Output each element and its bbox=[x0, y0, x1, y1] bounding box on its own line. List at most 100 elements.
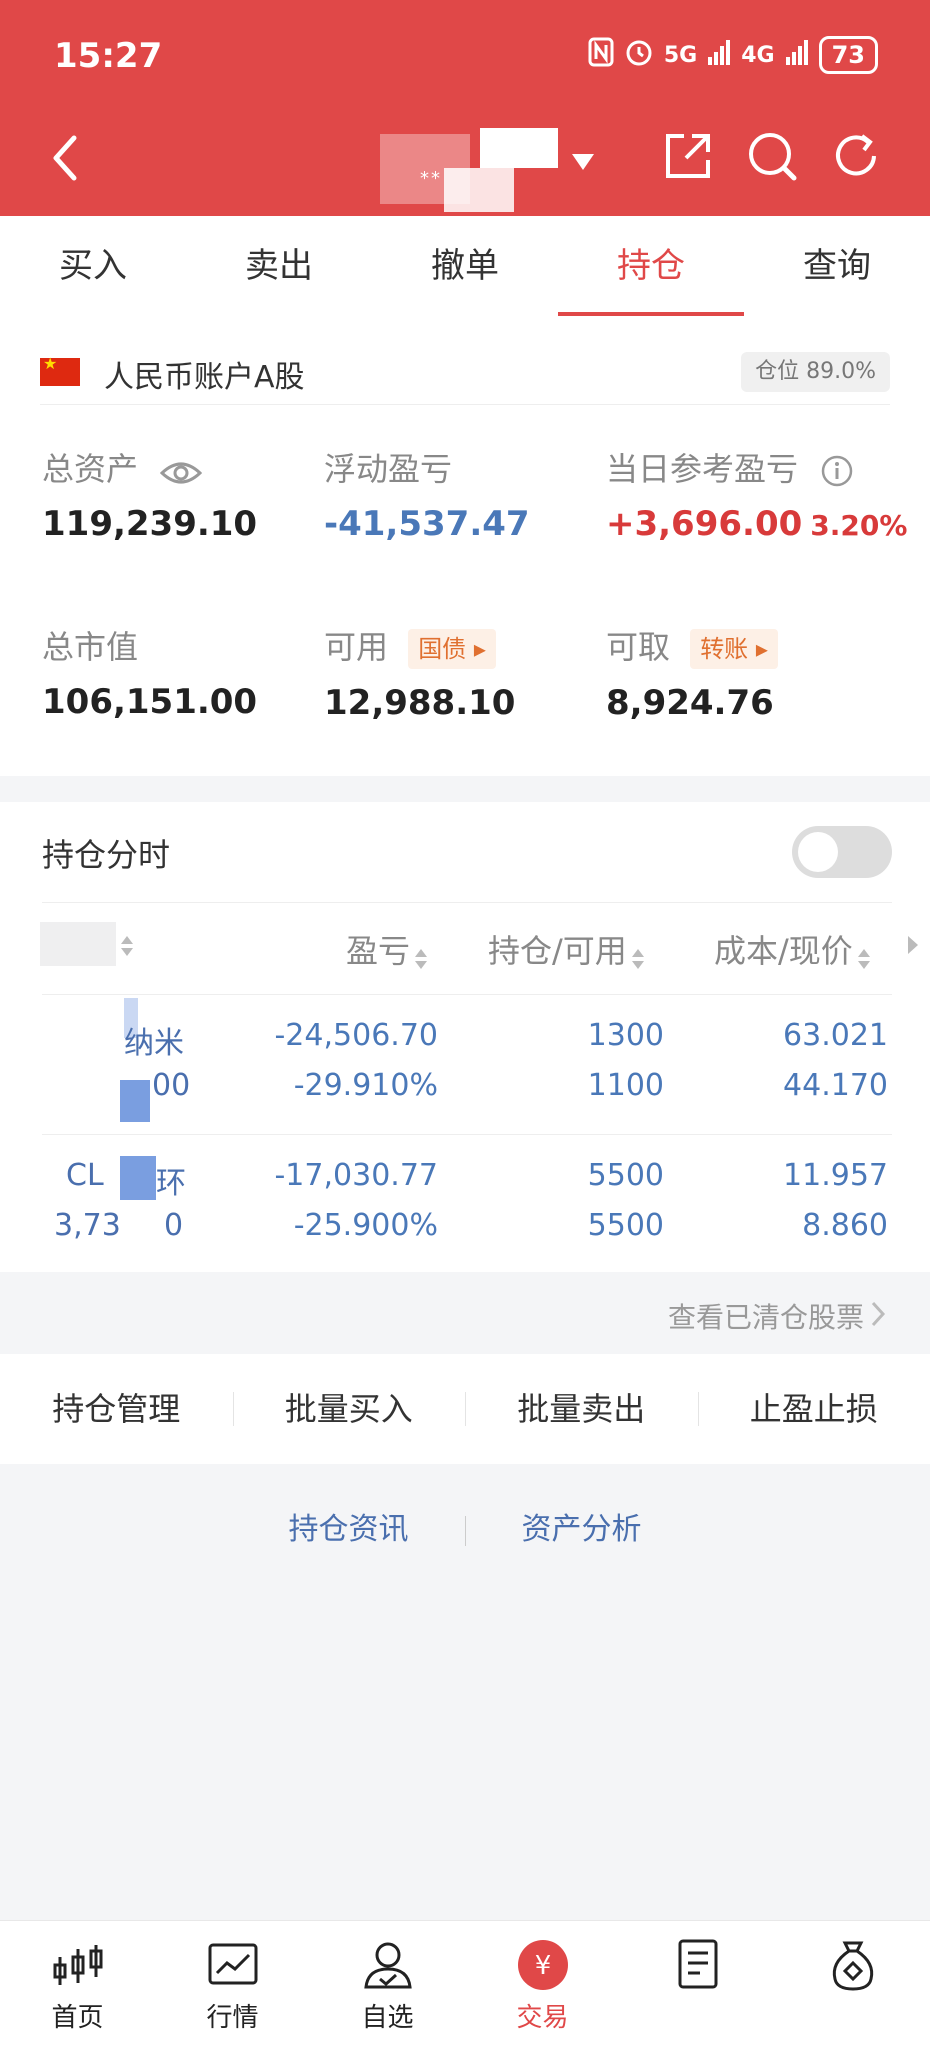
candlestick-icon bbox=[50, 1937, 106, 1993]
nav-home[interactable]: 首页 bbox=[0, 1921, 155, 2049]
account-name[interactable]: ** bbox=[420, 168, 442, 189]
bottom-links: 持仓资讯 资产分析 bbox=[0, 1504, 930, 1564]
row-pl-percent: -25.900% bbox=[294, 1208, 438, 1243]
scroll-right-icon[interactable] bbox=[906, 934, 920, 956]
nav-wealth[interactable] bbox=[775, 1921, 930, 2049]
refresh-icon[interactable] bbox=[828, 128, 884, 184]
account-name-mask bbox=[480, 128, 558, 168]
nav-trade[interactable]: ¥ 交易 bbox=[465, 1921, 620, 2049]
nav-label: 交易 bbox=[465, 1997, 620, 2034]
holdings-news-link[interactable]: 持仓资讯 bbox=[289, 1512, 409, 1547]
user-check-icon bbox=[360, 1937, 416, 1993]
total-assets-label: 总资产 bbox=[42, 450, 138, 488]
stock-name: 环 bbox=[156, 1158, 186, 1202]
batch-sell-button[interactable]: 批量卖出 bbox=[465, 1354, 698, 1464]
treasury-bond-button[interactable]: 国债 ▸ bbox=[408, 629, 496, 669]
batch-buy-button[interactable]: 批量买入 bbox=[233, 1354, 466, 1464]
tab-holdings[interactable]: 持仓 bbox=[558, 216, 744, 316]
total-assets-value: 119,239.10 bbox=[42, 504, 257, 544]
document-icon bbox=[670, 1937, 726, 1993]
row-price: 8.860 bbox=[802, 1208, 888, 1243]
row-pl: -24,506.70 bbox=[274, 1018, 438, 1053]
toggle-knob bbox=[798, 832, 838, 872]
holdings-intraday-title: 持仓分时 bbox=[42, 830, 170, 876]
top-header: 15:27 5G 4G 73 ** bbox=[0, 0, 930, 216]
holdings-actions: 持仓管理 批量买入 批量卖出 止盈止损 bbox=[0, 1354, 930, 1464]
column-header-pl[interactable]: 盈亏 bbox=[346, 926, 428, 972]
nav-label: 首页 bbox=[0, 1997, 155, 2034]
nav-news[interactable] bbox=[620, 1921, 775, 2049]
tab-query[interactable]: 查询 bbox=[744, 216, 930, 316]
holdings-intraday-toggle[interactable] bbox=[792, 826, 892, 878]
holdings-section: 持仓分时 盈亏 持仓/可用 成本/现价 纳米 00 -24,506.70 -29… bbox=[0, 802, 930, 1272]
name-column-header-mask bbox=[40, 922, 116, 966]
sort-icon[interactable] bbox=[120, 934, 134, 958]
tab-cancel-order[interactable]: 撤单 bbox=[372, 216, 558, 316]
column-header-cost-price[interactable]: 成本/现价 bbox=[714, 926, 871, 972]
eye-icon[interactable] bbox=[160, 457, 202, 485]
nav-label: 行情 bbox=[155, 1997, 310, 2034]
stock-code: 00 bbox=[152, 1068, 190, 1103]
row-cost: 11.957 bbox=[783, 1158, 888, 1193]
market-value: 总市值 106,151.00 bbox=[42, 622, 257, 722]
floating-pl-value: -41,537.47 bbox=[324, 504, 530, 544]
row-hold: 5500 bbox=[588, 1158, 664, 1193]
svg-text:¥: ¥ bbox=[534, 1951, 551, 1981]
share-icon[interactable] bbox=[660, 128, 716, 184]
account-row[interactable]: 人民币账户A股 仓位 89.0% bbox=[40, 344, 890, 405]
daily-pl-percent: 3.20% bbox=[810, 509, 907, 542]
divider bbox=[42, 1134, 892, 1135]
daily-pl-label: 当日参考盈亏 bbox=[606, 450, 798, 488]
take-profit-stop-loss-button[interactable]: 止盈止损 bbox=[698, 1354, 930, 1464]
transfer-button[interactable]: 转账 ▸ bbox=[690, 629, 778, 669]
column-header-hold-available[interactable]: 持仓/可用 bbox=[488, 926, 645, 972]
back-icon[interactable] bbox=[44, 128, 94, 188]
signal-4g-label: 4G bbox=[741, 43, 774, 68]
search-icon[interactable] bbox=[744, 128, 800, 184]
nav-market[interactable]: 行情 bbox=[155, 1921, 310, 2049]
account-label: 人民币账户A股 bbox=[104, 352, 305, 396]
available-value: 12,988.10 bbox=[324, 683, 515, 723]
tab-sell[interactable]: 卖出 bbox=[186, 216, 372, 316]
stock-name-prefix: CL bbox=[66, 1158, 104, 1193]
signal-bars-icon bbox=[785, 39, 809, 71]
account-name-mask bbox=[444, 168, 514, 212]
nav-label: 自选 bbox=[310, 1997, 465, 2034]
available-funds: 可用 国债 ▸ 12,988.10 bbox=[324, 622, 515, 723]
withdrawable-value: 8,924.76 bbox=[606, 683, 778, 723]
account-summary: 人民币账户A股 仓位 89.0% 总资产 119,239.10 浮动盈亏 -41… bbox=[0, 316, 930, 776]
manage-holdings-button[interactable]: 持仓管理 bbox=[0, 1354, 233, 1464]
china-flag-icon bbox=[40, 358, 80, 386]
asset-analysis-link[interactable]: 资产分析 bbox=[522, 1512, 642, 1547]
alarm-icon bbox=[624, 37, 654, 73]
battery-level: 73 bbox=[819, 36, 878, 74]
daily-pl: 当日参考盈亏 +3,696.003.20% bbox=[606, 444, 907, 544]
signal-5g-label: 5G bbox=[664, 43, 697, 68]
daily-pl-value: +3,696.00 bbox=[606, 504, 802, 544]
floating-pl: 浮动盈亏 -41,537.47 bbox=[324, 444, 530, 544]
row-hold: 1300 bbox=[588, 1018, 664, 1053]
position-ratio-badge: 仓位 89.0% bbox=[741, 352, 890, 392]
floating-pl-label: 浮动盈亏 bbox=[324, 444, 530, 490]
view-cleared-stocks-link[interactable]: 查看已清仓股票 bbox=[668, 1296, 864, 1336]
account-dropdown-icon[interactable] bbox=[570, 152, 596, 172]
info-icon[interactable] bbox=[820, 454, 854, 488]
divider bbox=[42, 994, 892, 995]
stock-code: 0 bbox=[164, 1208, 183, 1243]
market-value-value: 106,151.00 bbox=[42, 682, 257, 722]
tab-buy[interactable]: 买入 bbox=[0, 216, 186, 316]
nav-watchlist[interactable]: 自选 bbox=[310, 1921, 465, 2049]
chevron-right-icon[interactable] bbox=[870, 1300, 886, 1328]
stock-name-mask bbox=[120, 1156, 156, 1200]
bottom-navigation: 首页 行情 自选 ¥ 交易 bbox=[0, 1920, 930, 2049]
stock-code-prefix: 3,73 bbox=[54, 1208, 121, 1243]
yuan-icon: ¥ bbox=[515, 1937, 571, 1993]
total-assets: 总资产 119,239.10 bbox=[42, 444, 257, 544]
trade-tabs: 买入 卖出 撤单 持仓 查询 bbox=[0, 216, 930, 317]
sort-icon bbox=[857, 941, 871, 965]
money-bag-icon bbox=[825, 1937, 881, 1993]
withdrawable-label: 可取 bbox=[606, 628, 670, 666]
status-time: 15:27 bbox=[54, 36, 162, 76]
divider bbox=[465, 1516, 466, 1546]
stock-name: 纳米 bbox=[124, 1018, 184, 1062]
